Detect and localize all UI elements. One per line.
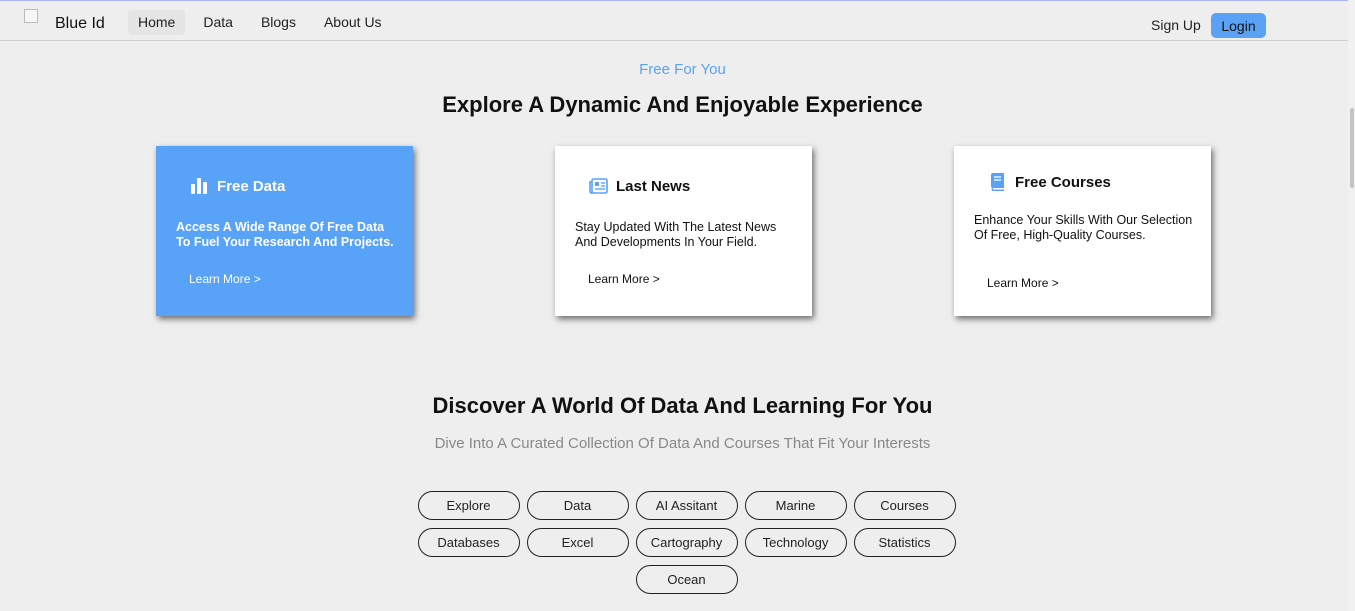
nav-link-data[interactable]: Data <box>193 10 243 35</box>
card-free-courses: Free Courses Enhance Your Skills With Ou… <box>954 146 1211 316</box>
nav-link-home[interactable]: Home <box>128 10 186 35</box>
card-description: Access A Wide Range Of Free Data To Fuel… <box>176 220 394 249</box>
card-header: Last News <box>588 177 690 195</box>
discover-subtitle: Dive Into A Curated Collection Of Data A… <box>434 435 931 452</box>
learn-more-link[interactable]: Learn More > <box>189 272 261 286</box>
hero-eyebrow: Free For You <box>639 61 726 78</box>
nav-link-blogs[interactable]: Blogs <box>251 10 306 35</box>
card-header: Free Courses <box>987 173 1111 191</box>
discover-title: Discover A World Of Data And Learning Fo… <box>432 393 933 418</box>
scrollbar-thumb[interactable] <box>1350 108 1354 188</box>
tag-list: Explore Data AI Assitant Marine Courses … <box>414 491 959 594</box>
hero-headline: Explore A Dynamic And Enjoyable Experien… <box>442 92 923 117</box>
bar-chart-icon <box>189 177 209 195</box>
sign-up-link[interactable]: Sign Up <box>1151 17 1201 33</box>
login-button[interactable]: Login <box>1211 13 1266 38</box>
nav-links: Home Data Blogs About Us <box>128 10 400 35</box>
tag-databases[interactable]: Databases <box>417 528 520 557</box>
learn-more-link[interactable]: Learn More > <box>588 272 660 286</box>
nav-link-about-us[interactable]: About Us <box>314 10 392 35</box>
brand-name[interactable]: Blue Id <box>55 15 105 33</box>
navbar: Blue Id Home Data Blogs About Us Sign Up… <box>0 1 1348 41</box>
tag-technology[interactable]: Technology <box>744 528 847 557</box>
card-title: Free Data <box>217 177 286 195</box>
card-description: Enhance Your Skills With Our Selection O… <box>974 213 1193 242</box>
card-last-news: Last News Stay Updated With The Latest N… <box>555 146 812 316</box>
tag-data[interactable]: Data <box>526 491 629 520</box>
card-free-data: Free Data Access A Wide Range Of Free Da… <box>156 146 413 316</box>
tag-excel[interactable]: Excel <box>526 528 629 557</box>
book-icon <box>987 173 1007 191</box>
brand-logo-image[interactable] <box>24 9 38 23</box>
card-title: Free Courses <box>1015 173 1111 191</box>
tag-courses[interactable]: Courses <box>853 491 956 520</box>
card-description: Stay Updated With The Latest News And De… <box>575 220 777 249</box>
tag-ai-assistant[interactable]: AI Assitant <box>635 491 738 520</box>
card-header: Free Data <box>189 177 285 195</box>
tag-marine[interactable]: Marine <box>744 491 847 520</box>
tag-cartography[interactable]: Cartography <box>635 528 738 557</box>
tag-explore[interactable]: Explore <box>417 491 520 520</box>
learn-more-link[interactable]: Learn More > <box>987 276 1059 290</box>
newspaper-icon <box>588 177 608 195</box>
card-title: Last News <box>616 177 691 195</box>
tag-ocean[interactable]: Ocean <box>635 565 738 594</box>
tag-statistics[interactable]: Statistics <box>853 528 956 557</box>
